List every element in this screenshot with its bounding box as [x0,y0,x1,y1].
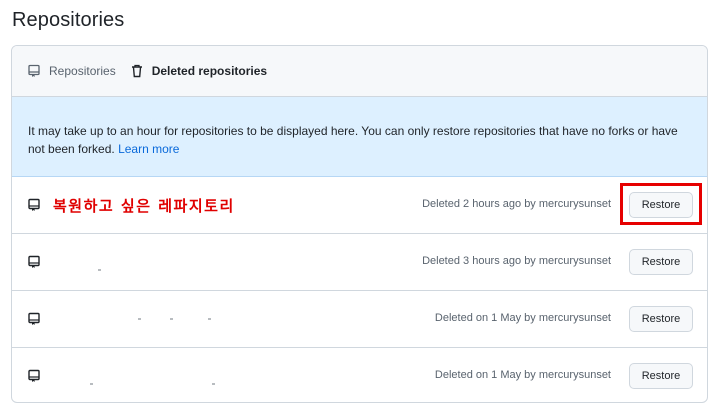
panel-header: Repositories Deleted repositories [12,46,707,97]
redaction-mark [208,318,211,320]
page-title: Repositories [12,9,125,31]
deleted-info: Deleted 2 hours ago by mercurysunset [422,198,611,210]
redaction-mark [138,318,141,320]
deleted-repositories-panel: Repositories Deleted repositories It may… [11,45,708,403]
restore-button[interactable]: Restore [629,363,693,389]
tab-repositories[interactable]: Repositories [27,64,116,78]
repo-icon [27,64,41,78]
redaction-mark [212,383,215,385]
repo-icon [27,255,41,269]
deleted-repo-row: Deleted on 1 May by mercurysunset Restor… [12,291,707,348]
deleted-repo-row: Deleted on 1 May by mercurysunset Restor… [12,348,707,402]
deleted-info: Deleted on 1 May by mercurysunset [434,312,611,324]
restore-button[interactable]: Restore [629,249,693,275]
restore-button[interactable]: Restore [629,192,693,218]
tab-deleted-repositories[interactable]: Deleted repositories [130,64,267,78]
deleted-repo-row: 복원하고 싶은 레파지토리 Deleted 2 hours ago by mer… [12,177,707,234]
restore-button[interactable]: Restore [629,306,693,332]
repo-name-annotation: 복원하고 싶은 레파지토리 [53,197,235,215]
redaction-mark [170,318,173,320]
deleted-info: Deleted on 1 May by mercurysunset [434,369,611,381]
deleted-repo-row: Deleted 3 hours ago by mercurysunset Res… [12,234,707,291]
info-notice: It may take up to an hour for repositori… [12,97,707,177]
tab-deleted-label: Deleted repositories [151,64,268,78]
redaction-mark [98,269,101,271]
tab-repositories-label: Repositories [49,64,116,78]
trash-icon [130,64,144,78]
deleted-info: Deleted 3 hours ago by mercurysunset [422,255,611,267]
redaction-mark [90,383,93,385]
repo-icon [27,369,41,383]
repo-icon [27,312,41,326]
learn-more-link[interactable]: Learn more [118,142,179,156]
repo-icon [27,198,41,212]
